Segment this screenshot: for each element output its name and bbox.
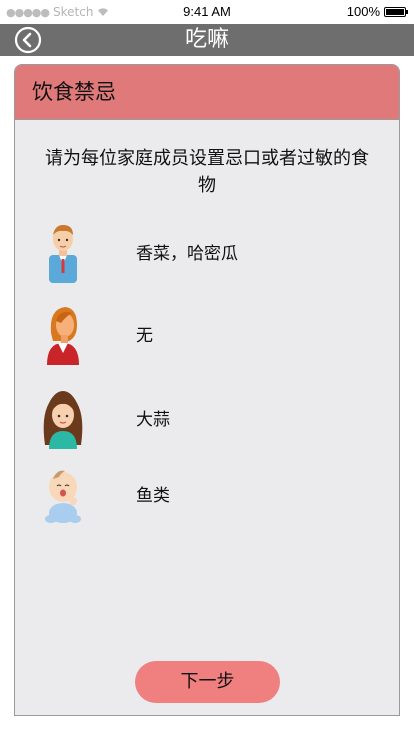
status-bar: ●●●●● Sketch 9:41 AM 100% — [0, 0, 414, 24]
list-item-member[interactable]: 香菜，哈密瓜 — [15, 221, 399, 285]
page-title: 吃嘛 — [184, 27, 229, 52]
girl-avatar-icon — [43, 391, 83, 449]
battery-icon — [384, 6, 408, 17]
baby-avatar-icon — [45, 470, 81, 523]
list-item-member[interactable]: 鱼类 — [15, 463, 399, 527]
diet-restrictions-card: 饮食禁忌 请为每位家庭成员设置忌口或者过敏的食物 香菜，哈密瓜 无 大蒜 鱼类 … — [14, 64, 400, 716]
battery-percent: 100% — [346, 4, 380, 19]
nav-bar: 吃嘛 — [0, 24, 414, 56]
man-avatar-icon — [49, 225, 77, 283]
card-header: 饮食禁忌 — [15, 65, 399, 120]
allergy-text: 香菜，哈密瓜 — [136, 244, 238, 264]
allergy-text: 无 — [136, 326, 153, 346]
status-right: 100% — [346, 4, 408, 19]
list-item-member[interactable]: 大蒜 — [15, 387, 399, 451]
allergy-text: 鱼类 — [136, 486, 170, 506]
woman-avatar-icon — [47, 307, 79, 365]
next-step-button[interactable]: 下一步 — [135, 661, 280, 703]
instruction-text: 请为每位家庭成员设置忌口或者过敏的食物 — [45, 148, 369, 196]
list-item-member[interactable]: 无 — [15, 303, 399, 367]
allergy-text: 大蒜 — [136, 410, 170, 430]
